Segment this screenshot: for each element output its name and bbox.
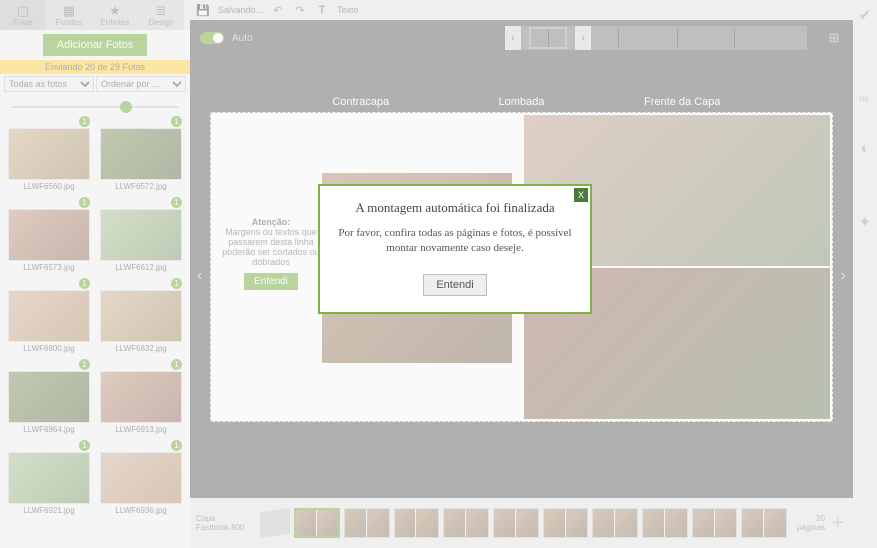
completion-modal: X A montagem automática foi finalizada P… <box>318 184 592 314</box>
modal-title: A montagem automática foi finalizada <box>338 200 572 216</box>
modal-ok-button[interactable]: Entendi <box>423 274 486 296</box>
modal-body: Por favor, confira todas as páginas e fo… <box>338 226 572 256</box>
modal-close-button[interactable]: X <box>574 188 588 202</box>
